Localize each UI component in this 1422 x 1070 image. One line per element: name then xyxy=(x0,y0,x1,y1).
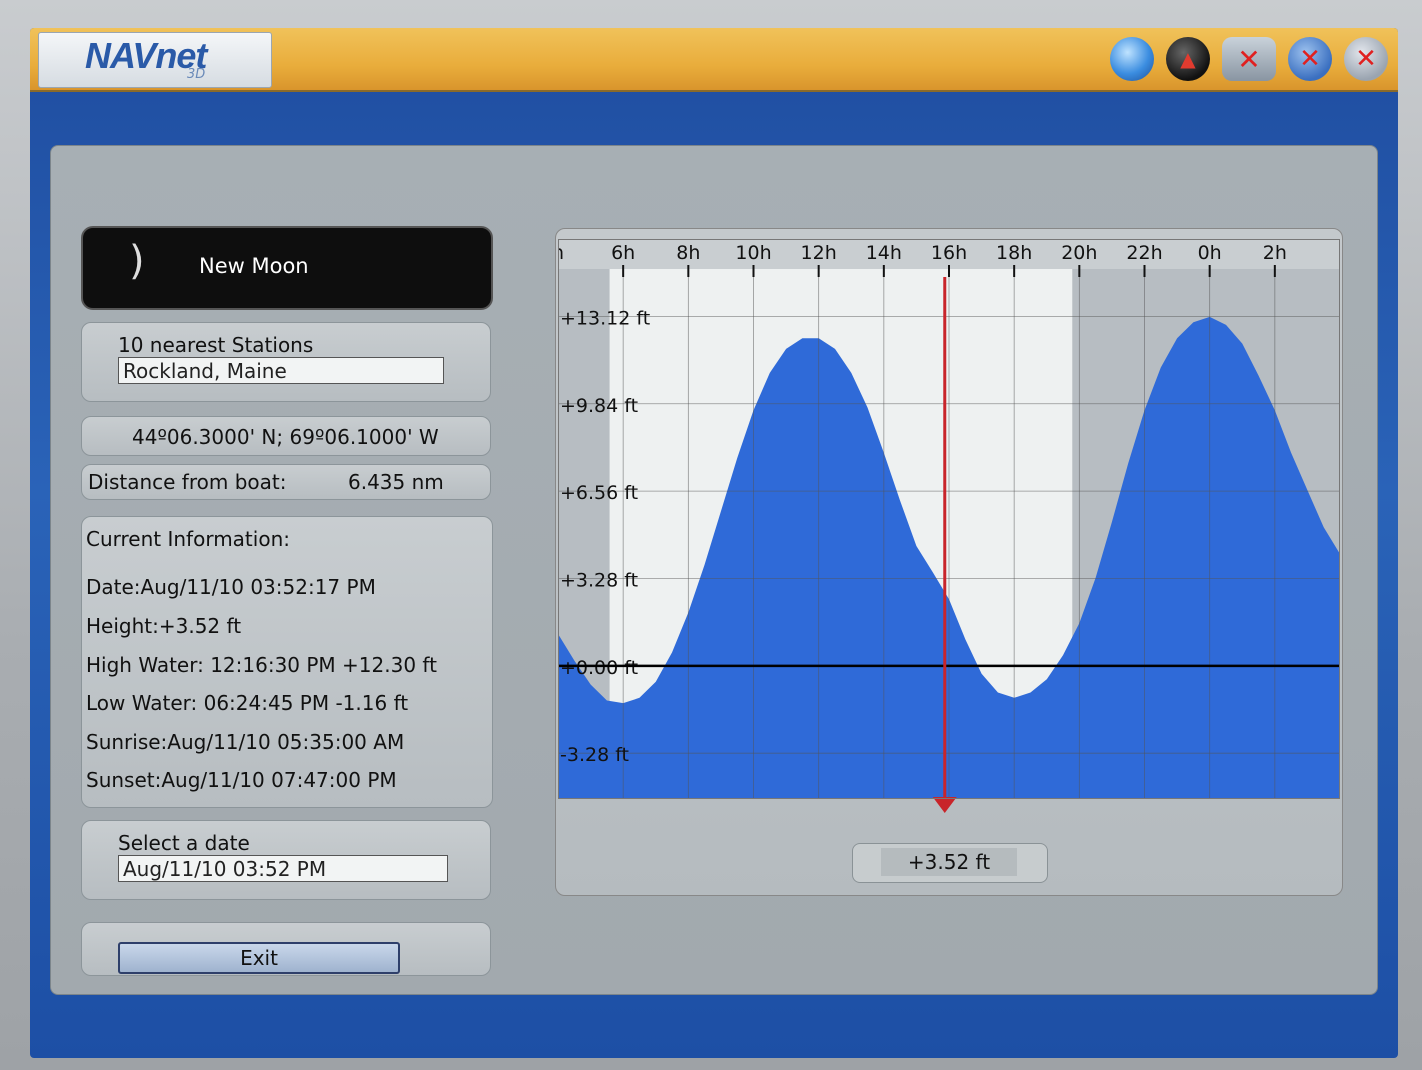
toolbar-icons: ▲ ✕ ✕ ✕ xyxy=(1110,34,1388,84)
x-tick-label: 16h xyxy=(931,242,967,264)
date-input[interactable]: Aug/11/10 03:52 PM xyxy=(118,855,448,882)
moon-phase-box: ) New Moon xyxy=(81,226,493,310)
sunset: Sunset:Aug/11/10 07:47:00 PM xyxy=(86,768,397,792)
tide-chart-frame: h6h8h10h12h14h16h18h20h22h0h2h+13.12 ft+… xyxy=(555,228,1343,896)
current-info-box: Current Information: Date:Aug/11/10 03:5… xyxy=(81,516,493,808)
y-tick-label: +3.28 ft xyxy=(560,569,638,591)
network-disconnect-icon[interactable]: ✕ xyxy=(1222,37,1276,81)
top-bar: NAVnet 3D ▲ ✕ ✕ ✕ xyxy=(30,28,1398,92)
current-height: Height:+3.52 ft xyxy=(86,614,242,638)
date-select-label: Select a date xyxy=(118,831,250,855)
high-water: High Water: 12:16:30 PM +12.30 ft xyxy=(86,653,437,677)
moon-phase-label: New Moon xyxy=(199,254,309,278)
low-water: Low Water: 06:24:45 PM -1.16 ft xyxy=(86,691,409,715)
y-tick-label: -3.28 ft xyxy=(560,744,629,766)
x-tick-label: 10h xyxy=(735,242,771,264)
logo-sub: 3D xyxy=(187,67,206,82)
x-tick-label: 6h xyxy=(611,242,635,264)
exit-button[interactable]: Exit xyxy=(118,942,400,974)
moon-phase-icon: ) xyxy=(129,238,145,284)
exit-box: Exit xyxy=(81,922,491,976)
distance-value: 6.435 nm xyxy=(348,470,444,494)
x-tick-label: 20h xyxy=(1061,242,1097,264)
x-tick-label: 12h xyxy=(801,242,837,264)
date-select-box: Select a date Aug/11/10 03:52 PM xyxy=(81,820,491,900)
stations-box: 10 nearest Stations Rockland, Maine xyxy=(81,322,491,402)
tide-panel: ) New Moon 10 nearest Stations Rockland,… xyxy=(50,145,1378,995)
x-tick-label: 0h xyxy=(1198,242,1222,264)
y-tick-label: +13.12 ft xyxy=(560,307,650,329)
distance-box: Distance from boat: 6.435 nm xyxy=(81,464,491,500)
x-tick-label: 8h xyxy=(676,242,700,264)
exit-icon[interactable]: ✕ xyxy=(1344,37,1388,81)
current-info-title: Current Information: xyxy=(86,527,290,551)
x-tick-label: 14h xyxy=(866,242,902,264)
y-tick-label: +0.00 ft xyxy=(560,657,638,679)
distance-label: Distance from boat: xyxy=(88,470,287,494)
y-tick-label: +9.84 ft xyxy=(560,395,638,417)
height-readout: +3.52 ft xyxy=(852,843,1048,883)
tide-chart[interactable]: h6h8h10h12h14h16h18h20h22h0h2h+13.12 ft+… xyxy=(558,239,1340,839)
height-readout-value: +3.52 ft xyxy=(881,848,1017,876)
compass-icon[interactable]: ▲ xyxy=(1166,37,1210,81)
coordinates-box: 44º06.3000' N; 69º06.1000' W xyxy=(81,416,491,456)
screen: NAVnet 3D ▲ ✕ ✕ ✕ ) New Moon 10 nearest … xyxy=(30,28,1398,1058)
current-date: Date:Aug/11/10 03:52:17 PM xyxy=(86,575,376,599)
stations-select[interactable]: Rockland, Maine xyxy=(118,357,444,384)
globe-icon[interactable] xyxy=(1110,37,1154,81)
coordinates-text: 44º06.3000' N; 69º06.1000' W xyxy=(132,425,439,449)
close-circle-icon[interactable]: ✕ xyxy=(1288,37,1332,81)
x-tick-label: 18h xyxy=(996,242,1032,264)
y-tick-label: +6.56 ft xyxy=(560,482,638,504)
sunrise: Sunrise:Aug/11/10 05:35:00 AM xyxy=(86,730,405,754)
x-tick-label: 22h xyxy=(1126,242,1162,264)
stations-label: 10 nearest Stations xyxy=(118,333,314,357)
cursor-arrow-icon xyxy=(932,797,957,813)
navnet-logo: NAVnet 3D xyxy=(38,32,272,88)
x-tick-label: 2h xyxy=(1263,242,1287,264)
